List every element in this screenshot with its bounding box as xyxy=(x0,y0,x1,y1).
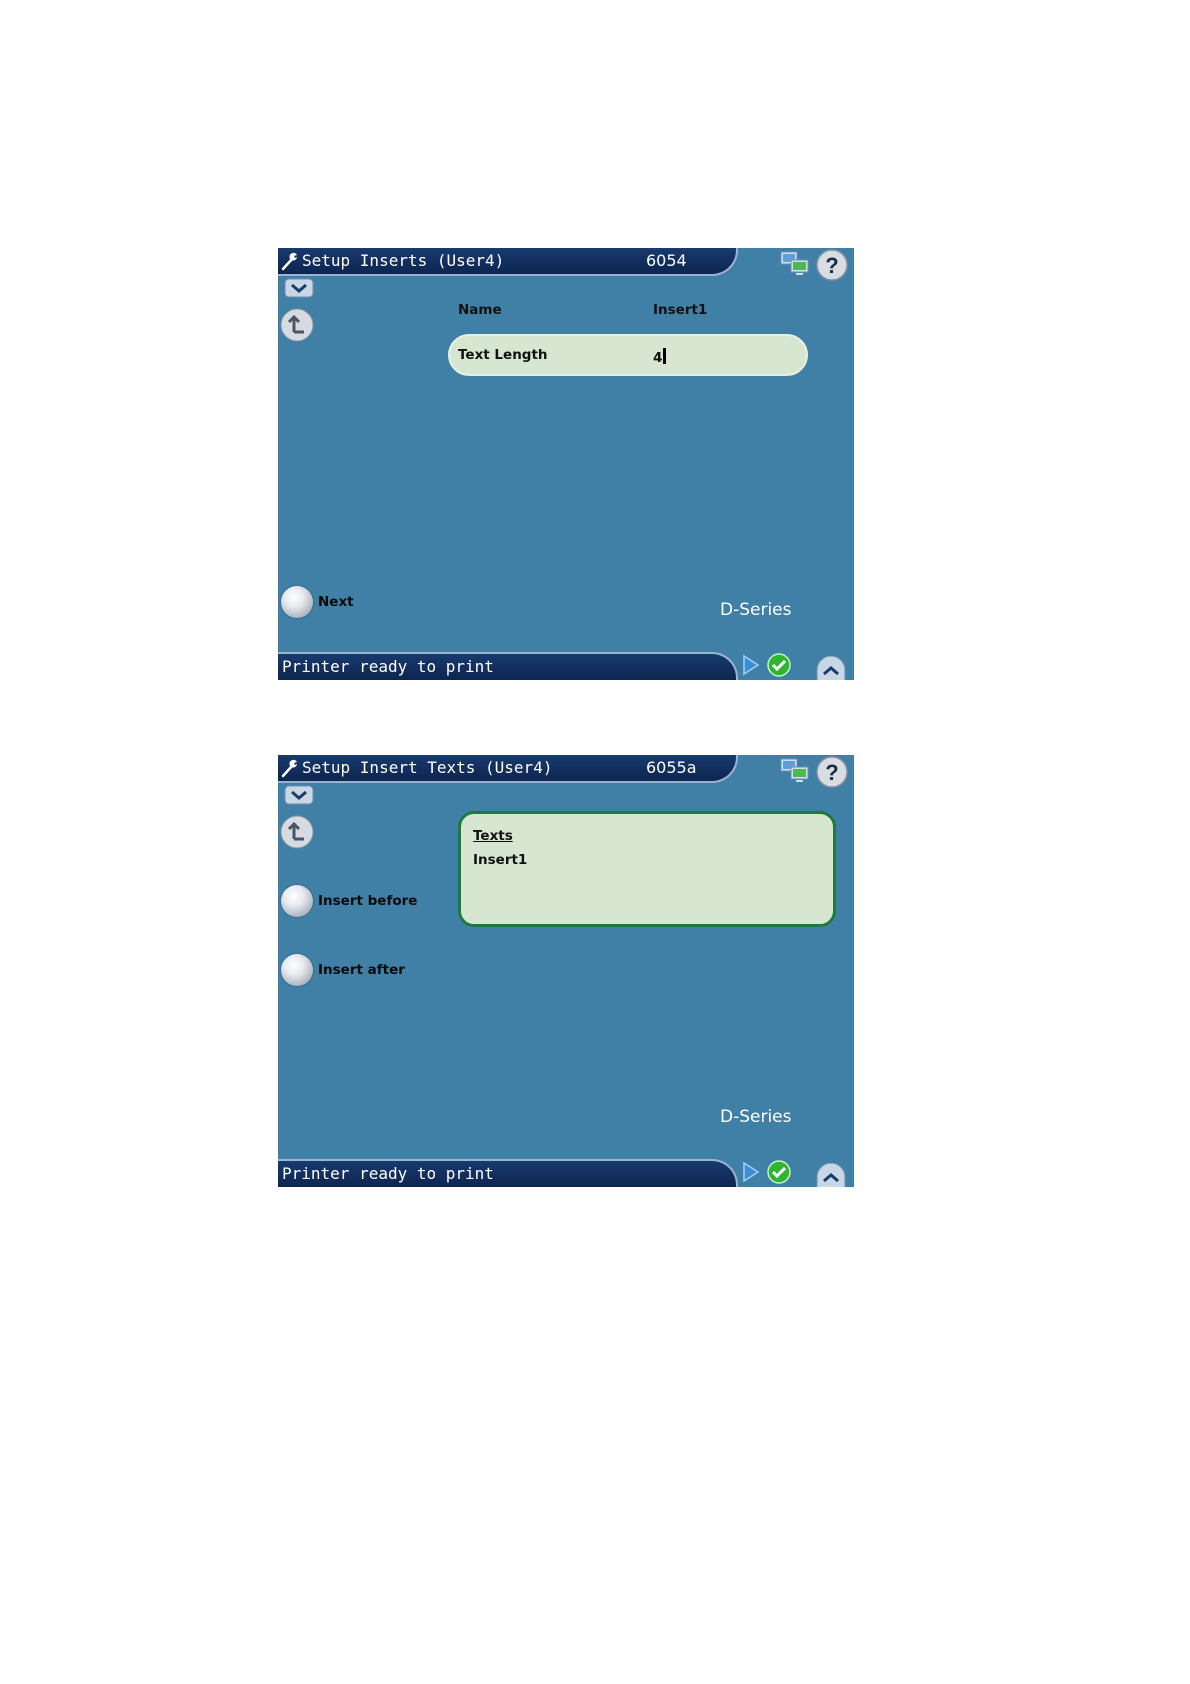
title-bar: Setup Insert Texts (User4) 6055a xyxy=(278,755,738,783)
page-title: Setup Insert Texts (User4) xyxy=(302,758,553,777)
chevron-down-icon[interactable] xyxy=(284,785,314,805)
text-length-label: Text Length xyxy=(458,347,548,363)
page-title: Setup Inserts (User4) xyxy=(302,251,505,270)
status-text: Printer ready to print xyxy=(282,1164,494,1183)
wrench-icon xyxy=(281,252,297,271)
brand-label: D-Series xyxy=(720,600,792,620)
setup-inserts-screen: Setup Inserts (User4) 6054 ? Name Insert… xyxy=(278,248,854,680)
chevron-down-icon[interactable] xyxy=(284,278,314,298)
brand-label: D-Series xyxy=(720,1107,792,1127)
setup-insert-texts-screen: Setup Insert Texts (User4) 6055a ? Texts… xyxy=(278,755,854,1187)
play-icon[interactable] xyxy=(742,654,760,676)
network-icon[interactable] xyxy=(780,250,810,278)
text-cursor xyxy=(663,348,667,364)
back-arrow-icon[interactable] xyxy=(280,308,314,342)
svg-text:?: ? xyxy=(825,760,838,785)
help-icon[interactable]: ? xyxy=(816,249,848,281)
name-label: Name xyxy=(458,302,502,318)
back-arrow-icon[interactable] xyxy=(280,815,314,849)
list-item[interactable]: Insert1 xyxy=(473,852,527,868)
insert-before-button[interactable] xyxy=(281,885,313,917)
help-icon[interactable]: ? xyxy=(816,756,848,788)
title-bar: Setup Inserts (User4) 6054 xyxy=(278,248,738,276)
network-icon[interactable] xyxy=(780,757,810,785)
text-length-field[interactable]: Text Length 4 xyxy=(448,334,808,376)
chevron-up-icon[interactable] xyxy=(816,1163,846,1187)
status-text: Printer ready to print xyxy=(282,657,494,676)
next-button[interactable] xyxy=(281,586,313,618)
name-value: Insert1 xyxy=(653,302,708,318)
play-icon[interactable] xyxy=(742,1161,760,1183)
svg-text:?: ? xyxy=(825,253,838,278)
text-length-value: 4 xyxy=(653,350,663,366)
status-bar: Printer ready to print xyxy=(278,1159,738,1187)
list-header: Texts xyxy=(473,828,513,844)
check-icon[interactable] xyxy=(767,1160,791,1184)
texts-list[interactable]: Texts Insert1 xyxy=(458,811,836,927)
insert-after-button[interactable] xyxy=(281,954,313,986)
insert-after-label: Insert after xyxy=(318,962,405,978)
chevron-up-icon[interactable] xyxy=(816,656,846,680)
text-length-input[interactable]: 4 xyxy=(653,347,667,366)
screen-code: 6054 xyxy=(646,251,687,270)
status-bar: Printer ready to print xyxy=(278,652,738,680)
wrench-icon xyxy=(281,759,297,778)
check-icon[interactable] xyxy=(767,653,791,677)
screen-code: 6055a xyxy=(646,758,697,777)
next-label: Next xyxy=(318,594,354,610)
insert-before-label: Insert before xyxy=(318,893,418,909)
